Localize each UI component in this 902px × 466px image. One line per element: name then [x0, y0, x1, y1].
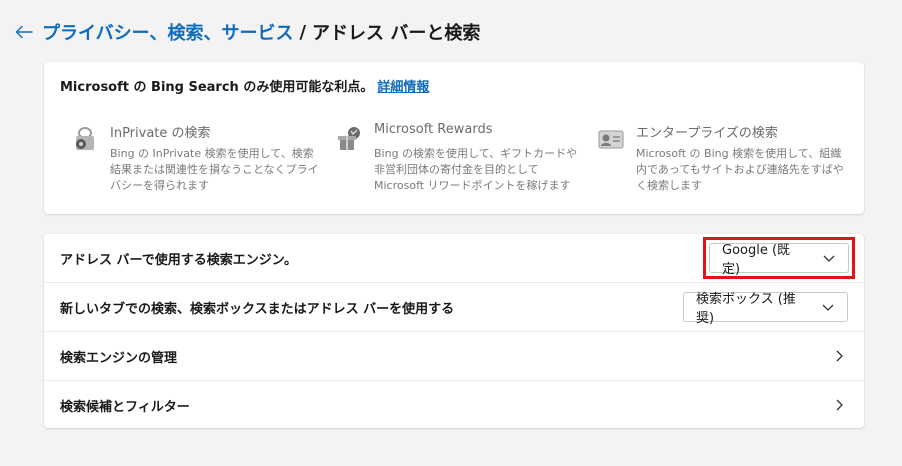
benefit-enterprise: エンタープライズの検索 Microsoft の Bing 検索を使用して、組織内… [596, 122, 846, 202]
breadcrumb-separator: / [299, 21, 307, 43]
rewards-trophy-icon [338, 127, 360, 150]
row-search-suggestions[interactable]: 検索候補とフィルター [44, 381, 864, 429]
benefit-title: InPrivate の検索 [110, 126, 211, 141]
benefit-description: Bing の InPrivate 検索を使用して、検索結果または関連性を損なうこ… [110, 147, 319, 192]
benefit-description: Microsoft の Bing 検索を使用して、組織内であってもサイトおよび連… [636, 147, 844, 192]
benefit-description: Bing の検索を使用して、ギフトカードや非営利団体の寄付金を目的として Mic… [374, 147, 578, 192]
bing-benefits-card: Microsoft の Bing Search のみ使用可能な利点。 詳細情報 I… [44, 62, 864, 214]
highlight-annotation-box [703, 237, 855, 279]
benefit-title: Microsoft Rewards [374, 122, 493, 137]
row-search-engine: アドレス バーで使用する検索エンジン。 Google (既定) [44, 234, 864, 283]
search-suggestions-label: 検索候補とフィルター [60, 399, 190, 415]
page-title: アドレス バーと検索 [312, 23, 481, 44]
learn-more-link[interactable]: 詳細情報 [377, 80, 429, 95]
inprivate-lock-icon [76, 127, 94, 150]
chevron-right-icon [836, 350, 843, 362]
page-header: プライバシー、検索、サービス / アドレス バーと検索 [12, 16, 480, 48]
bing-heading: Microsoft の Bing Search のみ使用可能な利点。 詳細情報 [60, 76, 429, 95]
search-settings-card: アドレス バーで使用する検索エンジン。 Google (既定) 新しいタブでの検… [44, 234, 864, 428]
bing-heading-text: Microsoft の Bing Search のみ使用可能な利点。 [60, 80, 374, 95]
enterprise-id-card-icon [598, 130, 624, 149]
benefit-inprivate: InPrivate の検索 Bing の InPrivate 検索を使用して、検… [70, 122, 320, 202]
benefit-rewards: Microsoft Rewards Bing の検索を使用して、ギフトカードや非… [334, 122, 584, 202]
back-arrow-icon [15, 25, 33, 39]
new-tab-search-label: 新しいタブでの検索、検索ボックスまたはアドレス バーを使用する [60, 301, 455, 317]
breadcrumb-parent-link[interactable]: プライバシー、検索、サービス [42, 19, 293, 45]
chevron-down-icon [821, 300, 835, 314]
new-tab-search-dropdown[interactable]: 検索ボックス (推奨) [683, 292, 848, 326]
back-button[interactable] [12, 20, 36, 44]
new-tab-search-value: 検索ボックス (推奨) [696, 292, 796, 326]
row-new-tab-search: 新しいタブでの検索、検索ボックスまたはアドレス バーを使用する 検索ボックス (… [44, 283, 864, 332]
manage-search-engines-label: 検索エンジンの管理 [60, 350, 178, 366]
benefit-title: エンタープライズの検索 [636, 126, 778, 141]
chevron-right-icon [836, 399, 843, 411]
row-manage-search-engines[interactable]: 検索エンジンの管理 [44, 332, 864, 381]
search-engine-label: アドレス バーで使用する検索エンジン。 [60, 252, 297, 268]
